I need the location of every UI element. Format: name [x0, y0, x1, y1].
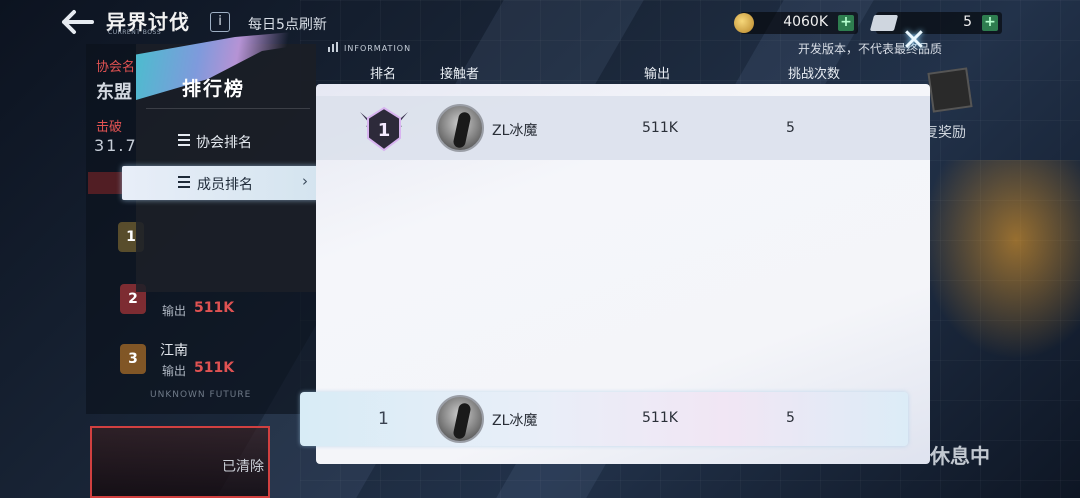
bg-card-status: 已清除: [222, 459, 264, 475]
add-coin-button[interactable]: +: [838, 15, 854, 31]
menu-label: 协会排名: [196, 135, 252, 151]
menu-association-ranking[interactable]: 协会排名: [146, 124, 316, 158]
header-challenges: 挑战次数: [788, 67, 841, 82]
bg-association-name: 东盟: [96, 82, 132, 103]
table-header: 排名 接触者 输出 挑战次数: [316, 58, 930, 84]
avatar: [436, 395, 484, 443]
signal-bars-icon: [328, 42, 338, 52]
coin-icon: [734, 13, 754, 33]
chest-icon: [927, 67, 973, 113]
back-button[interactable]: [60, 8, 96, 36]
player-challenges: 5: [786, 120, 795, 136]
bg-reward-label: 复奖励: [924, 125, 966, 141]
ticket-value: 5: [963, 14, 972, 30]
back-arrow-icon: [62, 10, 94, 34]
coin-resource: 4060K +: [734, 12, 858, 34]
panel-title: 排行榜: [182, 78, 246, 100]
header-output: 输出: [644, 67, 671, 82]
bg-defeat-label: 击破: [96, 120, 123, 135]
list-icon: [178, 134, 190, 146]
bg-resting-status: 休息中: [930, 444, 990, 468]
close-button[interactable]: ✕: [900, 26, 928, 56]
table-row[interactable]: 1 ZL冰魔 511K 5: [316, 96, 930, 160]
my-rank: 1: [378, 409, 389, 429]
header-player: 接触者: [440, 67, 480, 82]
coin-value: 4060K: [783, 14, 828, 30]
bg-output-label: 输出: [162, 364, 187, 378]
bg-output-label: 输出: [162, 304, 187, 318]
player-challenges: 5: [786, 410, 795, 426]
chevron-right-icon: ›: [302, 172, 308, 190]
information-label: INFORMATION: [344, 44, 412, 53]
bg-defeat-value: 31.7: [94, 136, 138, 155]
avatar: [436, 104, 484, 152]
ticket-resource: 5 +: [869, 12, 1002, 34]
info-button[interactable]: i: [210, 12, 230, 32]
header-rank: 排名: [370, 67, 397, 82]
my-ranking-row[interactable]: 1 ZL冰魔 511K 5: [300, 392, 908, 446]
player-name: ZL冰魔: [492, 413, 538, 429]
bg-footer-text: UNKNOWN FUTURE: [150, 390, 252, 400]
page-subtitle: CURRENT BOSS: [108, 29, 162, 36]
background-glow: [920, 160, 1080, 360]
player-name: ZL冰魔: [492, 123, 538, 139]
bg-player-name: 江南: [160, 343, 188, 359]
add-ticket-button[interactable]: +: [982, 15, 998, 31]
panel-divider: [146, 108, 310, 109]
bg-output-value: 511K: [194, 300, 235, 316]
bg-association-label: 协会名: [96, 60, 136, 75]
player-output: 511K: [642, 410, 678, 426]
list-icon: [178, 176, 190, 188]
ticket-icon: [869, 15, 899, 31]
bg-output-value: 511K: [194, 360, 235, 376]
bg-rank-badge: 3: [120, 344, 146, 374]
rank-first-number: 1: [378, 120, 391, 141]
menu-label: 成员排名: [197, 177, 253, 193]
menu-member-ranking[interactable]: 成员排名 ›: [122, 166, 320, 200]
player-output: 511K: [642, 120, 678, 136]
rank-first-badge-icon: 1: [360, 106, 408, 152]
